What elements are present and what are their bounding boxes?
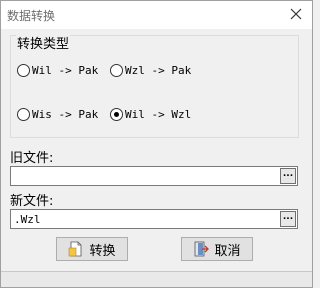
radio-circle[interactable] <box>17 63 30 77</box>
conversion-type-title: 转换类型 <box>16 33 71 52</box>
radio-label: Wzl -> Pak <box>125 63 192 77</box>
window-title: 数据转换 <box>7 9 56 23</box>
new-file-input[interactable] <box>11 210 279 228</box>
cancel-button[interactable]: 取消 <box>181 237 253 261</box>
document-convert-icon <box>69 241 82 257</box>
radio-wzl-pak[interactable]: Wzl -> Pak <box>110 62 191 78</box>
old-file-browse-button[interactable]: ... <box>280 168 296 184</box>
close-icon[interactable] <box>288 6 304 22</box>
status-bar <box>1 271 312 287</box>
radio-label: Wil -> Wzl <box>125 107 192 121</box>
old-file-field: ... <box>10 166 298 186</box>
new-file-browse-button[interactable]: ... <box>280 211 296 227</box>
cancel-button-label: 取消 <box>214 243 241 259</box>
old-file-input[interactable] <box>11 167 279 185</box>
radio-wil-wzl[interactable]: Wil -> Wzl <box>110 106 191 122</box>
new-file-label: 新文件: <box>10 194 54 209</box>
convert-button-label: 转换 <box>89 243 116 259</box>
title-bar: 数据转换 <box>1 1 312 29</box>
radio-circle[interactable] <box>110 63 123 77</box>
new-file-field: ... <box>10 209 298 229</box>
dialog-window: 数据转换 转换类型 Wil -> Pak Wzl -> Pak Wis -> P… <box>0 0 313 288</box>
radio-label: Wil -> Pak <box>32 63 99 77</box>
radio-wis-pak[interactable]: Wis -> Pak <box>17 106 98 122</box>
old-file-label: 旧文件: <box>10 151 54 166</box>
radio-label: Wis -> Pak <box>32 107 99 121</box>
radio-circle-selected[interactable] <box>110 107 123 121</box>
convert-button[interactable]: 转换 <box>56 237 128 261</box>
radio-wil-pak[interactable]: Wil -> Pak <box>17 62 98 78</box>
exit-door-icon <box>195 241 210 257</box>
radio-circle[interactable] <box>17 107 30 121</box>
